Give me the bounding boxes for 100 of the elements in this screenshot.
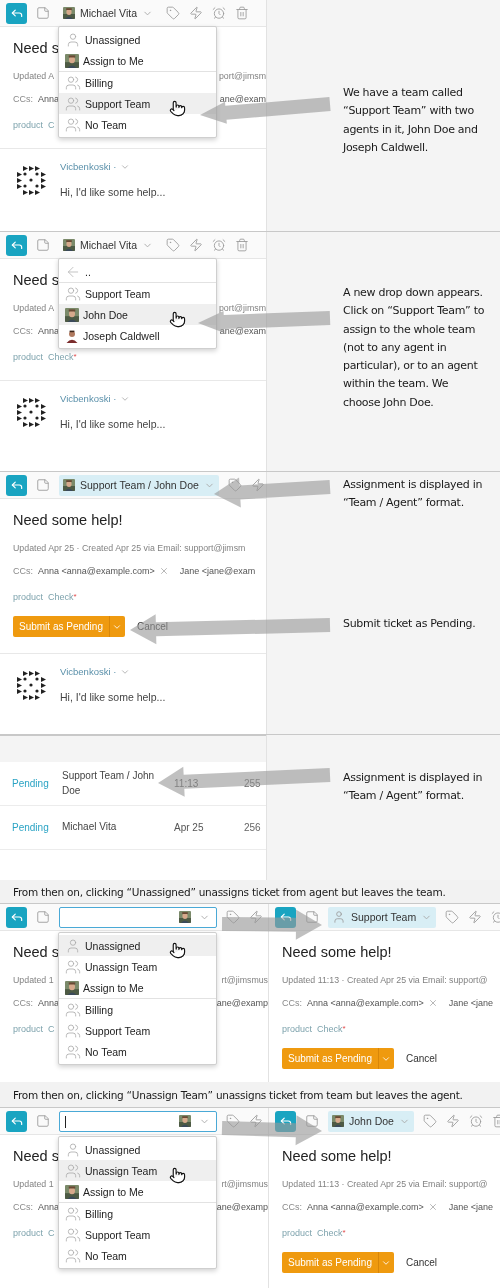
menu-item[interactable]: No Team xyxy=(59,114,216,135)
bolt-icon[interactable] xyxy=(445,1114,460,1128)
remove-icon[interactable] xyxy=(427,997,438,1008)
menu-item[interactable]: Joseph Caldwell xyxy=(59,325,216,346)
trash-icon[interactable] xyxy=(235,6,249,20)
caption-text: From then on, clicking “Unassigned” unassigns ticket from agent but leaves the team. xyxy=(13,885,446,898)
ccs-label: CCs: xyxy=(13,565,33,576)
ticket-title: Need some help! xyxy=(282,944,392,960)
tag-icon[interactable] xyxy=(166,238,180,252)
menu-item[interactable]: Billing xyxy=(59,1203,216,1224)
bolt-icon[interactable] xyxy=(249,1114,263,1128)
team-icon xyxy=(65,74,81,91)
cc-address: ane@examp xyxy=(216,1201,268,1212)
caption-text: From then on, clicking “Unassign Team” unassigns ticket from team but leaves the agent. xyxy=(13,1088,463,1101)
person-icon xyxy=(65,1141,81,1158)
message-text: Hi, I'd like some help... xyxy=(60,186,166,198)
menu-item[interactable]: No Team xyxy=(59,1041,216,1062)
field-label: C xyxy=(48,120,55,130)
ticket-title: Need s xyxy=(13,944,59,960)
menu-item[interactable]: Billing xyxy=(59,72,216,93)
field-label: product xyxy=(13,1228,44,1238)
alarm-clock-icon[interactable] xyxy=(468,1114,483,1128)
cc-address: Jane <jane@exam xyxy=(179,565,256,576)
field-label: product xyxy=(13,1024,44,1034)
field-label: Check* xyxy=(317,1024,346,1034)
message-text: Hi, I'd like some help... xyxy=(60,691,166,703)
message-text: Hi, I'd like some help... xyxy=(60,418,166,430)
menu-item[interactable]: Support Team xyxy=(59,1020,216,1041)
team-icon xyxy=(65,1247,81,1264)
menu-item[interactable]: Assign to Me xyxy=(59,1181,216,1202)
menu-item[interactable]: Support Team xyxy=(59,1224,216,1245)
note-icon[interactable] xyxy=(36,238,50,252)
cc-address: Anna <anna@example.com> xyxy=(38,565,155,576)
tag-icon[interactable] xyxy=(226,1114,240,1128)
bolt-icon[interactable] xyxy=(468,910,483,924)
menu-item[interactable]: John Doe xyxy=(59,304,216,325)
cancel-button[interactable]: Cancel xyxy=(405,1257,438,1268)
note-icon[interactable] xyxy=(305,910,319,924)
cc-address: Anna xyxy=(38,325,60,336)
assignee-input-field[interactable] xyxy=(59,906,217,928)
alarm-clock-icon[interactable] xyxy=(212,238,226,252)
note-icon[interactable] xyxy=(36,910,50,924)
cc-address: Anna xyxy=(38,1201,60,1212)
assignee-input-field[interactable] xyxy=(59,1110,217,1132)
menu-item[interactable]: Assign to Me xyxy=(59,50,216,71)
menu-item[interactable]: Unassigned xyxy=(59,1139,216,1160)
team-icon xyxy=(65,285,81,302)
status-cell-text: Pending xyxy=(12,778,50,789)
assignee-selector[interactable]: Support Team xyxy=(328,906,437,928)
assignee-selector[interactable]: John Doe xyxy=(328,1110,414,1132)
trash-icon[interactable] xyxy=(235,238,249,252)
team-icon xyxy=(65,1043,81,1060)
bolt-icon[interactable] xyxy=(250,478,265,492)
note-icon[interactable] xyxy=(36,1114,50,1128)
menu-item[interactable]: Support Team xyxy=(59,283,216,304)
ticket-meta: Updated 11:13 · Created Apr 25 via Email: support@ xyxy=(282,1178,488,1189)
menu-item[interactable]: No Team xyxy=(59,1245,216,1266)
field-label: product xyxy=(13,592,44,602)
menu-item[interactable]: Billing xyxy=(59,999,216,1020)
person-figure-icon xyxy=(65,328,79,343)
menu-item[interactable]: .. xyxy=(59,261,216,282)
menu-item[interactable]: Unassigned xyxy=(59,935,216,956)
cancel-button[interactable]: Cancel xyxy=(405,1053,438,1064)
menu-item[interactable]: Support Team xyxy=(59,93,216,114)
field-label: C xyxy=(48,1228,55,1238)
cc-address: Jane <jane xyxy=(448,1201,493,1212)
note-icon[interactable] xyxy=(36,478,50,492)
assignee-selector[interactable]: Support Team / John Doe xyxy=(59,474,219,496)
person-icon xyxy=(65,31,81,48)
ticket-meta: Updated Apr 25 · Created Apr 25 via Email: support@jimsm xyxy=(13,542,246,553)
menu-item[interactable]: Unassign Team xyxy=(59,956,216,977)
note-icon[interactable] xyxy=(36,6,50,20)
remove-icon[interactable] xyxy=(427,1201,438,1212)
ticket-meta: rt@jimsmus xyxy=(221,1178,268,1189)
cc-address: Anna <anna@example.com> xyxy=(307,997,424,1008)
message-author: Vicbenkoski · xyxy=(60,666,117,677)
ticket-title: Need some help! xyxy=(13,512,123,528)
tag-icon[interactable] xyxy=(445,910,460,924)
message-author: Vicbenkoski · xyxy=(60,161,117,172)
alarm-clock-icon[interactable] xyxy=(212,6,226,20)
ticket-meta: Updated 1 xyxy=(13,974,54,985)
ticket-title: Need some help! xyxy=(282,1148,392,1164)
ccs-label: CCs: xyxy=(13,1201,33,1212)
menu-item[interactable]: Unassign Team xyxy=(59,1160,216,1181)
remove-icon[interactable] xyxy=(158,565,169,576)
team-icon xyxy=(65,1162,81,1179)
ticket-number-cell-text: 256 xyxy=(244,822,262,833)
tag-icon[interactable] xyxy=(226,910,240,924)
bolt-icon[interactable] xyxy=(189,238,203,252)
tag-icon[interactable] xyxy=(166,6,180,20)
menu-item[interactable]: Assign to Me xyxy=(59,977,216,998)
tag-icon[interactable] xyxy=(227,478,242,492)
bolt-icon[interactable] xyxy=(189,6,203,20)
tag-icon[interactable] xyxy=(422,1114,437,1128)
bolt-icon[interactable] xyxy=(249,910,263,924)
menu-item[interactable]: Unassigned xyxy=(59,29,216,50)
note-icon[interactable] xyxy=(305,1114,319,1128)
field-label: product xyxy=(13,120,44,130)
ticket-meta: Updated A xyxy=(13,70,55,81)
annotation-text: Assignment is displayed in “Team / Agent” format. xyxy=(343,770,484,805)
